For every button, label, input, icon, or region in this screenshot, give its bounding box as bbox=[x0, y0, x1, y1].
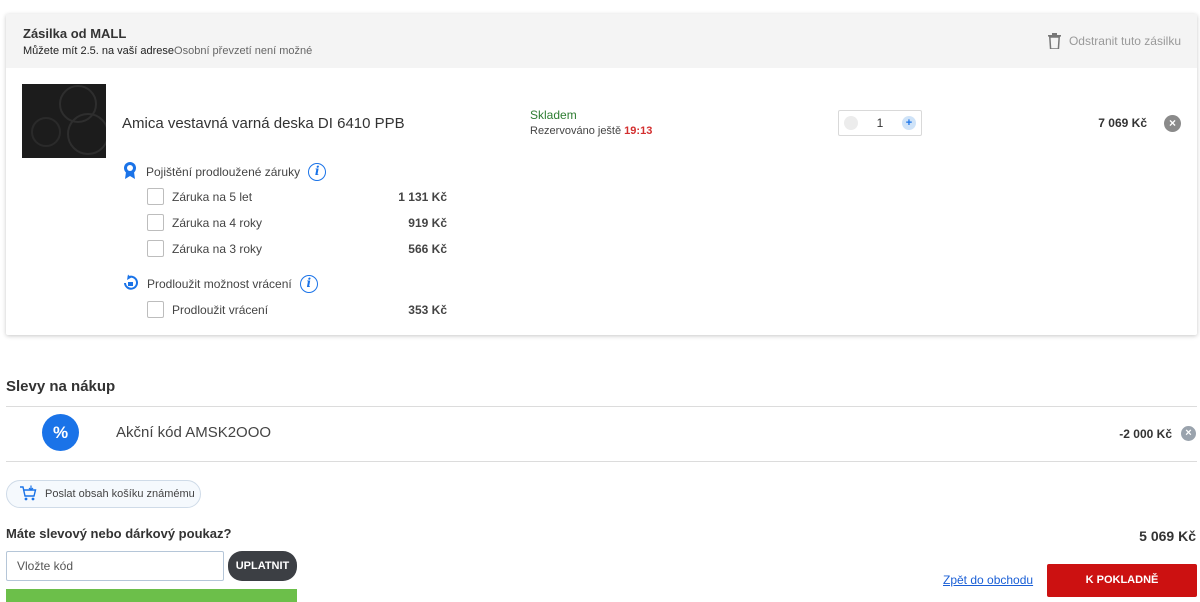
returns-option[interactable]: Prodloužit vrácení 353 Kč bbox=[147, 301, 447, 319]
remove-shipment-button[interactable]: Odstranit tuto zásilku bbox=[1047, 33, 1181, 49]
warranty-option[interactable]: Záruka na 3 roky 566 Kč bbox=[147, 240, 447, 258]
green-action-button[interactable] bbox=[6, 589, 297, 602]
cart-icon bbox=[19, 485, 37, 504]
reserved-time: 19:13 bbox=[624, 125, 653, 137]
close-icon: × bbox=[1168, 116, 1176, 130]
voucher-question: Máte slevový nebo dárkový poukaz? bbox=[6, 526, 232, 541]
voucher-code-input[interactable] bbox=[6, 551, 224, 581]
apply-voucher-button[interactable]: UPLATNIT bbox=[228, 551, 297, 581]
warranty-checkbox[interactable] bbox=[147, 214, 164, 231]
shipment-card: Zásilka od MALL Můžete mít 2.5. na vaší … bbox=[6, 14, 1197, 335]
remove-shipment-label: Odstranit tuto zásilku bbox=[1068, 34, 1181, 48]
warranty-option-label: Záruka na 5 let bbox=[172, 190, 253, 204]
share-cart-button[interactable]: Poslat obsah košíku známému bbox=[6, 480, 201, 508]
discounts-title: Slevy na nákup bbox=[6, 378, 116, 395]
remove-promo-button[interactable]: × bbox=[1181, 426, 1196, 441]
quantity-stepper: − 1 + bbox=[838, 110, 922, 136]
divider bbox=[6, 461, 1197, 462]
remove-item-button[interactable]: × bbox=[1164, 115, 1181, 132]
badge-icon bbox=[122, 161, 138, 182]
warranty-option[interactable]: Záruka na 4 roky 919 Kč bbox=[147, 214, 447, 232]
shipment-delivery-info: Můžete mít 2.5. na vaší adreseOsobní pře… bbox=[23, 45, 312, 57]
warranty-option-price: 1 131 Kč bbox=[398, 190, 447, 204]
increase-quantity-button[interactable]: + bbox=[902, 116, 916, 130]
shipment-header: Zásilka od MALL Můžete mít 2.5. na vaší … bbox=[6, 14, 1197, 68]
product-image[interactable] bbox=[22, 84, 109, 158]
warranty-option[interactable]: Záruka na 5 let 1 131 Kč bbox=[147, 188, 447, 206]
warranty-heading: Pojištění prodloužené záruky i bbox=[122, 161, 327, 182]
returns-heading: Prodloužit možnost vrácení i bbox=[122, 274, 318, 294]
warranty-option-price: 566 Kč bbox=[408, 242, 447, 256]
pickup-text: Osobní převzetí není možné bbox=[174, 45, 313, 57]
reserved-label: Rezervováno ještě bbox=[530, 125, 622, 137]
trash-icon bbox=[1047, 33, 1061, 49]
shipment-title: Zásilka od MALL bbox=[23, 26, 127, 41]
close-icon: × bbox=[1185, 427, 1192, 439]
returns-option-price: 353 Kč bbox=[408, 303, 447, 317]
returns-option-label: Prodloužit vrácení bbox=[172, 303, 269, 317]
returns-checkbox[interactable] bbox=[147, 301, 164, 318]
checkout-button[interactable]: K POKLADNĚ bbox=[1047, 564, 1197, 597]
share-cart-label: Poslat obsah košíku známému bbox=[45, 488, 195, 500]
warranty-option-label: Záruka na 4 roky bbox=[172, 216, 263, 230]
stock-status: Skladem bbox=[530, 108, 577, 122]
reservation-info: Rezervováno ještě 19:13 bbox=[530, 125, 652, 137]
promo-amount: -2 000 Kč bbox=[1119, 427, 1172, 441]
promo-code-label: Akční kód AMSK2OOO bbox=[116, 424, 272, 441]
warranty-checkbox[interactable] bbox=[147, 188, 164, 205]
delivery-date-text: Můžete mít 2.5. na vaší adrese bbox=[23, 45, 175, 57]
cart-total: 5 069 Kč bbox=[1139, 528, 1196, 544]
product-name-link[interactable]: Amica vestavná varná deska DI 6410 PPB bbox=[122, 115, 405, 132]
return-icon bbox=[122, 274, 139, 294]
product-price: 7 069 Kč bbox=[1098, 116, 1147, 130]
returns-heading-label: Prodloužit možnost vrácení bbox=[147, 277, 292, 291]
info-icon[interactable]: i bbox=[308, 162, 327, 181]
divider bbox=[6, 406, 1197, 407]
warranty-heading-label: Pojištění prodloužené záruky bbox=[146, 164, 301, 179]
warranty-option-price: 919 Kč bbox=[408, 216, 447, 230]
warranty-checkbox[interactable] bbox=[147, 240, 164, 257]
back-to-shop-link[interactable]: Zpět do obchodu bbox=[943, 573, 1033, 587]
info-icon[interactable]: i bbox=[299, 275, 318, 293]
percent-icon: % bbox=[42, 414, 79, 451]
warranty-option-label: Záruka na 3 roky bbox=[172, 242, 263, 256]
